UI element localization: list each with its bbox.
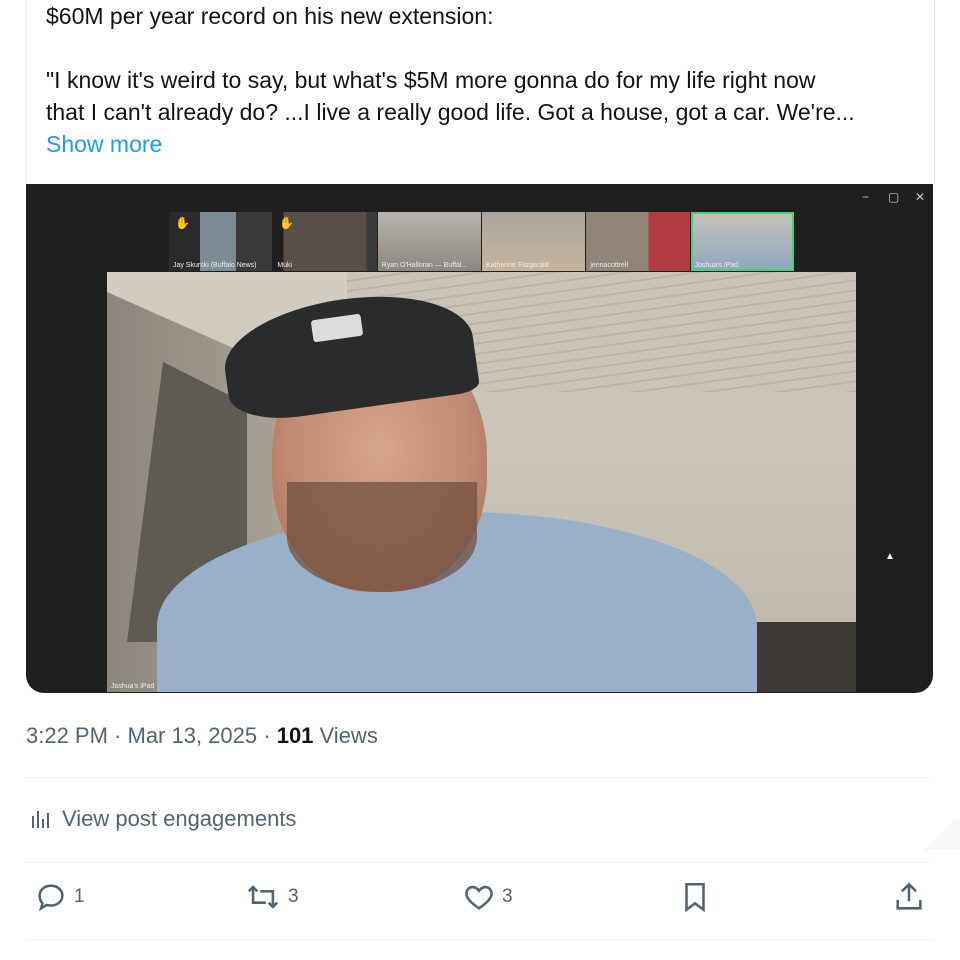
- view-engagements-button[interactable]: View post engagements: [30, 806, 296, 832]
- video-person-beard: [287, 482, 477, 592]
- like-button[interactable]: 3: [462, 880, 513, 914]
- share-button[interactable]: [892, 880, 932, 914]
- mouse-cursor-icon: ▲: [885, 551, 895, 562]
- meta-separator: ·: [107, 723, 128, 748]
- divider: [26, 939, 933, 940]
- heart-icon: [465, 885, 493, 910]
- post-date[interactable]: Mar 13, 2025: [128, 723, 258, 748]
- participant-tile: Katherine Fitzgerald: [481, 212, 586, 271]
- post-actions-bar: 1 3 3: [26, 880, 933, 924]
- raised-hand-icon: ✋: [279, 216, 295, 230]
- participant-name: Katherine Fitzgerald: [485, 262, 549, 269]
- meta-separator: ·: [257, 723, 277, 748]
- participant-tile: ✋ Jay Skurski (Buffalo News): [169, 212, 273, 271]
- participant-name: Muki: [277, 262, 293, 269]
- close-icon: ✕: [915, 190, 926, 204]
- video-player[interactable]: − ▢ ✕ ✋ Jay Skurski (Buffalo News) ✋ Muk…: [26, 184, 933, 693]
- participant-tile-active: Joshua's iPad: [690, 212, 794, 271]
- analytics-icon: [32, 811, 49, 828]
- post-time[interactable]: 3:22 PM: [26, 723, 108, 748]
- participant-name: Joshua's iPad: [694, 262, 739, 269]
- post-text-gap: [46, 32, 906, 64]
- page-corner-decoration: [920, 820, 960, 850]
- maximize-icon: ▢: [888, 190, 900, 204]
- view-engagements-label: View post engagements: [62, 806, 297, 831]
- minimize-icon: −: [862, 190, 870, 204]
- post-text: $60M per year record on his new extensio…: [46, 0, 906, 160]
- post-meta: 3:22 PM · Mar 13, 2025 · 101 Views: [26, 723, 378, 749]
- like-count: 3: [502, 886, 513, 907]
- bookmark-icon: [685, 882, 705, 913]
- participant-name: Ryan O'Halloran — Buffal...: [381, 262, 468, 269]
- main-video-label: Joshua's iPad: [111, 683, 155, 690]
- repost-button[interactable]: 3: [244, 880, 299, 914]
- post-text-line: $60M per year record on his new extensio…: [46, 3, 494, 29]
- raised-hand-icon: ✋: [175, 216, 190, 230]
- bookmark-button[interactable]: [678, 880, 718, 914]
- share-icon: [896, 882, 922, 910]
- participant-strip: ✋ Jay Skurski (Buffalo News) ✋ Muki Ryan…: [169, 212, 795, 271]
- show-more-link[interactable]: Show more: [46, 128, 906, 160]
- reply-icon: [38, 884, 64, 912]
- post-text-line: "I know it's weird to say, but what's $5…: [46, 67, 816, 93]
- post-text-line: that I can't already do? ...I live a rea…: [46, 99, 855, 125]
- repost-count: 3: [288, 886, 299, 907]
- views-label: Views: [313, 723, 378, 748]
- repost-icon: [247, 885, 279, 909]
- reply-count: 1: [74, 886, 85, 907]
- views-count: 101: [276, 723, 314, 748]
- main-video-feed: Joshua's iPad: [107, 272, 856, 692]
- participant-name: Jay Skurski (Buffalo News): [173, 262, 257, 269]
- divider: [26, 777, 933, 778]
- participant-name: jennacottrell: [590, 262, 629, 269]
- participant-tile: jennacottrell: [586, 212, 690, 271]
- participant-tile: ✋ Muki: [273, 212, 377, 271]
- participant-tile: Ryan O'Halloran — Buffal...: [377, 212, 481, 271]
- divider: [26, 862, 933, 863]
- reply-button[interactable]: 1: [34, 880, 85, 914]
